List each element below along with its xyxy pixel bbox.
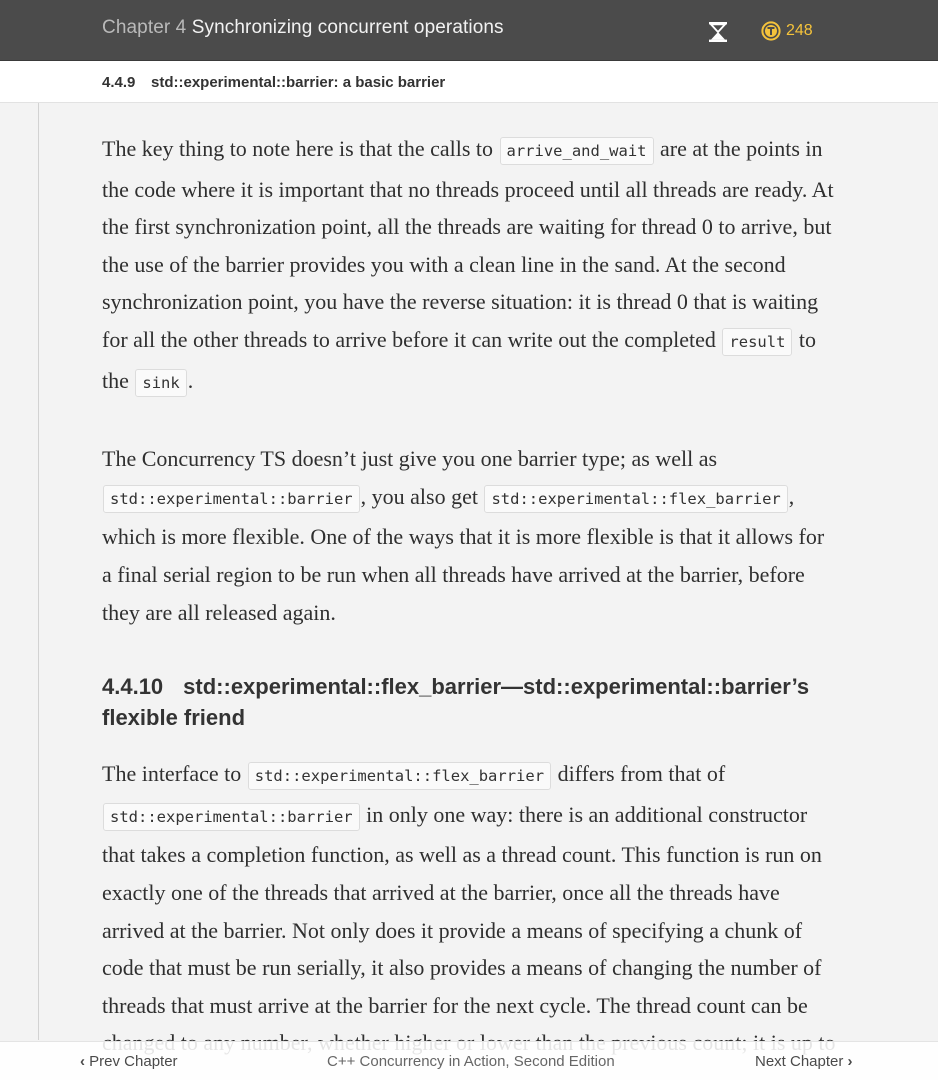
chapter-heading[interactable]: Chapter 4 Synchronizing concurrent opera…: [102, 17, 504, 39]
paragraph-1: The key thing to note here is that the c…: [102, 130, 838, 402]
prev-chapter-label: Prev Chapter: [89, 1053, 178, 1070]
text-run: The interface to: [102, 761, 242, 787]
hourglass-icon[interactable]: [706, 20, 730, 44]
next-chapter-label: Next Chapter: [755, 1053, 844, 1070]
section-heading: 4.4.10 std::experimental::flex_barrier—st…: [102, 671, 838, 733]
chevron-left-icon: ‹: [80, 1053, 85, 1070]
chevron-right-icon: ›: [847, 1053, 853, 1070]
inline-code: std::experimental::barrier: [103, 484, 360, 513]
text-run: .: [187, 367, 194, 393]
inline-code: std::experimental::barrier: [103, 802, 360, 831]
paragraph-2: The Concurrency TS doesn’t just give you…: [102, 440, 838, 631]
text-run: The key thing to note here is that the c…: [102, 136, 494, 161]
token-count: 248: [786, 22, 813, 39]
inline-code: result: [722, 327, 793, 356]
section-heading-title: std::experimental::flex_barrier—std::exp…: [102, 674, 810, 731]
inline-code: std::experimental::flex_barrier: [484, 484, 788, 513]
top-bar: Chapter 4 Synchronizing concurrent opera…: [0, 0, 938, 61]
section-number: 4.4.9: [102, 74, 136, 91]
paragraph-3: The interface to std::experimental::flex…: [102, 755, 838, 1062]
section-title: std::experimental::barrier: a basic barr…: [151, 74, 446, 91]
next-chapter-button[interactable]: Next Chapter ›: [755, 1053, 853, 1070]
text-run: , you also get: [360, 483, 478, 509]
book-title[interactable]: C++ Concurrency in Action, Second Editio…: [327, 1053, 615, 1070]
chapter-title: Synchronizing concurrent operations: [191, 17, 504, 38]
inline-code: sink: [135, 368, 187, 397]
left-margin-rule: [38, 103, 39, 1040]
inline-code: arrive_and_wait: [499, 137, 654, 165]
text-run: are at the points in the code where it i…: [102, 136, 834, 352]
bottom-nav-bar: ‹ Prev Chapter C++ Concurrency in Action…: [0, 1041, 938, 1080]
text-run: in only one way: there is an additional …: [102, 801, 836, 1056]
reading-content: The key thing to note here is that the c…: [102, 130, 838, 1062]
section-bar: 4.4.9 std::experimental::barrier: a basi…: [0, 61, 938, 103]
section-heading-number: 4.4.10: [102, 674, 164, 700]
text-run: The Concurrency TS doesn’t just give you…: [102, 446, 718, 472]
inline-code: std::experimental::flex_barrier: [247, 762, 552, 791]
prev-chapter-button[interactable]: ‹ Prev Chapter: [80, 1053, 178, 1070]
token-icon[interactable]: [761, 21, 781, 41]
text-run: differs from that of: [557, 761, 726, 787]
chapter-prefix: Chapter 4: [102, 17, 187, 38]
